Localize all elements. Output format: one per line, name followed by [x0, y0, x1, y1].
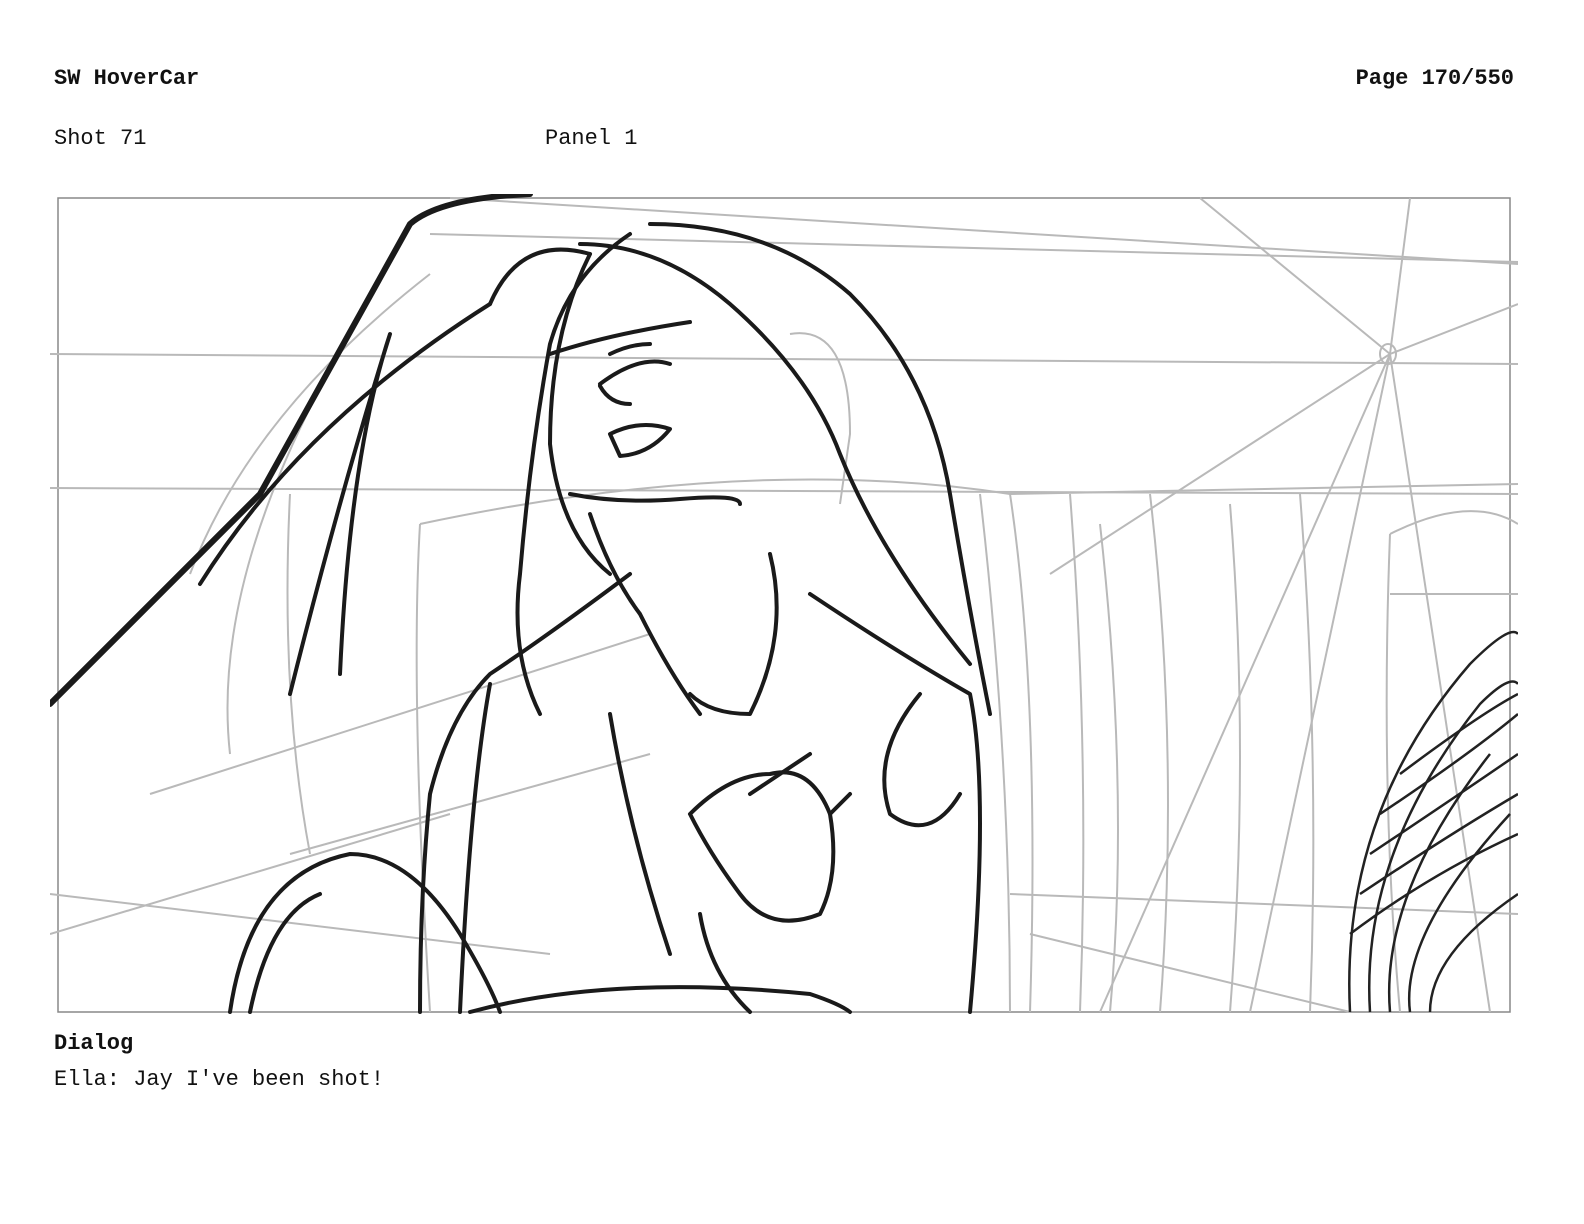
- storyboard-panel-frame: [50, 194, 1518, 1016]
- dialog-text: Ella: Jay I've been shot!: [54, 1067, 385, 1092]
- shot-label: Shot 71: [54, 126, 147, 151]
- project-title: SW HoverCar: [54, 66, 200, 91]
- panel-label: Panel 1: [545, 126, 638, 151]
- page-number: Page 170/550: [1355, 66, 1514, 91]
- dialog-label: Dialog: [54, 1031, 134, 1056]
- storyboard-sketch-icon: [50, 194, 1518, 1014]
